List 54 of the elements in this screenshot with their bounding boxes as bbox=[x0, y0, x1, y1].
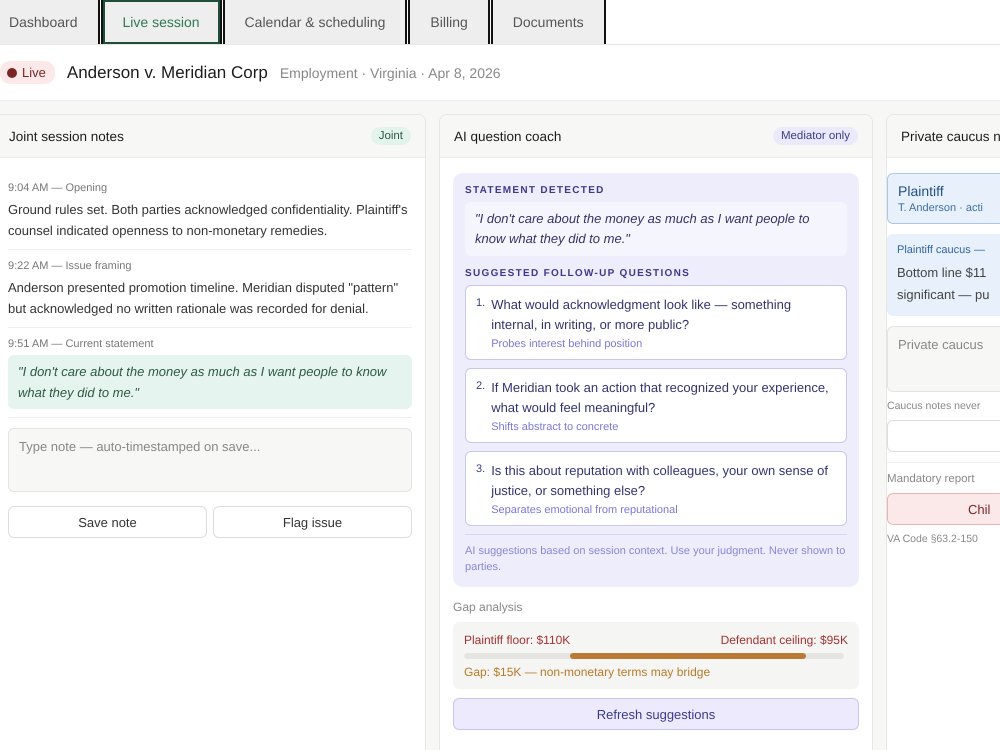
refresh-button[interactable]: Refresh suggestions bbox=[453, 698, 859, 730]
case-title: Anderson v. Meridian Corp bbox=[66, 62, 268, 82]
note-time: 9:51 AM — Current statement bbox=[8, 338, 155, 350]
question-card[interactable]: 2. If Meridian took an action that recognized your experience, what would feel meaningful? Shifts abstract to concrete bbox=[465, 368, 847, 443]
live-label: Live bbox=[22, 65, 46, 80]
note-time: 9:04 AM — Opening bbox=[8, 182, 108, 194]
question-hint: Separates emotional from reputational bbox=[491, 504, 679, 516]
panel-title: Private caucus n bbox=[901, 128, 1000, 144]
mandatory-label: Mandatory report bbox=[887, 473, 976, 485]
question-card[interactable]: 1. What would acknowledgment look like — something internal, in writing, or more public? Probes interest behind position bbox=[465, 285, 847, 360]
question-number: 3. bbox=[476, 462, 486, 477]
question-hint: Shifts abstract to concrete bbox=[491, 421, 620, 433]
entry-text: Bottom line $11 significant — pu bbox=[897, 264, 990, 304]
section-label: STATEMENT DETECTED bbox=[465, 185, 606, 196]
question-text: If Meridian took an action that recognized your experience, what would feel meaningful? bbox=[491, 379, 830, 417]
note-field[interactable]: Type note — auto-timestamped on save... bbox=[8, 428, 412, 492]
report-button[interactable]: Chil bbox=[887, 493, 1000, 525]
note-button[interactable]: Flag issue bbox=[213, 506, 412, 538]
note-button[interactable]: Save note bbox=[8, 506, 207, 538]
note-time: 9:22 AM — Issue framing bbox=[8, 260, 132, 272]
disclaimer-text: AI suggestions based on session context. Use your judgment. Never shown to parties. bbox=[465, 534, 847, 575]
tab[interactable]: Calendar & scheduling bbox=[222, 0, 408, 44]
plaintiff-floor: Plaintiff floor: $110K bbox=[464, 633, 570, 647]
tab[interactable]: Dashboard bbox=[0, 0, 100, 44]
gap-summary: Gap: $15K — non-monetary terms may bridge bbox=[464, 665, 712, 679]
caucus-note-field[interactable]: Private caucus bbox=[887, 326, 1000, 392]
tab[interactable]: Billing bbox=[408, 0, 490, 44]
joint-badge: Joint bbox=[370, 127, 411, 145]
mediator-badge: Mediator only bbox=[772, 127, 858, 145]
party-card[interactable]: Plaintiff T. Anderson · acti bbox=[887, 173, 1000, 224]
question-number: 1. bbox=[476, 296, 486, 311]
party-detail: T. Anderson · acti bbox=[898, 202, 984, 214]
tab[interactable]: Live session bbox=[100, 0, 222, 44]
privacy-note: Caucus notes never bbox=[887, 400, 982, 412]
question-text: Is this about reputation with colleagues, your own sense of justice, or something else? bbox=[491, 462, 829, 500]
case-meta: Employment · Virginia · Apr 8, 2026 bbox=[280, 64, 501, 80]
statement-quote: "I don't care about the money as much as I want people to know what they did to me." bbox=[8, 355, 412, 409]
entry-heading: Plaintiff caucus — bbox=[897, 244, 986, 256]
note-text: Anderson presented promotion timeline. Meridian disputed "pattern" but acknowledged no written rationale was recorded for denial. bbox=[8, 279, 400, 318]
panel-title: AI question coach bbox=[454, 128, 562, 144]
section-label: SUGGESTED FOLLOW-UP QUESTIONS bbox=[465, 268, 692, 279]
code-citation: VA Code §63.2-150 bbox=[887, 533, 979, 545]
live-dot-icon bbox=[7, 68, 17, 78]
gap-label: Gap analysis bbox=[453, 600, 524, 614]
detected-statement: "I don't care about the money as much as I want people to know what they did to me." bbox=[465, 202, 847, 256]
party-name: Plaintiff bbox=[898, 183, 945, 199]
question-text: What would acknowledgment look like — something internal, in writing, or more public? bbox=[491, 296, 792, 334]
question-card[interactable]: 3. Is this about reputation with colleagues, your own sense of justice, or something else? Separates emotional from reputational bbox=[465, 451, 847, 526]
note-text: Ground rules set. Both parties acknowledged confidentiality. Plaintiff's counsel indicated openness to non-monetary remedies. bbox=[8, 201, 408, 240]
tab[interactable]: Documents bbox=[490, 0, 606, 44]
panel-title: Joint session notes bbox=[9, 128, 124, 144]
question-hint: Probes interest behind position bbox=[491, 338, 644, 350]
defendant-ceiling: Defendant ceiling: $95K bbox=[720, 633, 848, 647]
question-number: 2. bbox=[476, 379, 486, 394]
